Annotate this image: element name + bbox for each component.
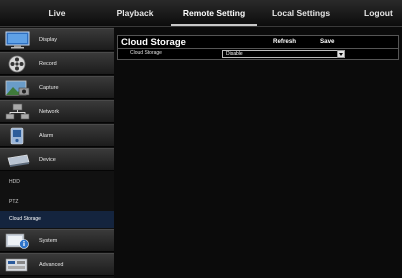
system-info-icon [5,233,29,249]
tab-logout[interactable]: Logout [364,0,402,26]
sidebar-item-label: Capture [39,85,59,91]
sidebar-subitem-cloud-storage[interactable]: Cloud Storage [0,211,114,228]
sidebar-item-record[interactable]: Record [0,52,114,75]
sidebar-item-label: System [39,238,58,244]
sidebar-subitem-label: Cloud Storage [9,216,41,222]
sidebar: Display Record Capture Network Alarm Dev… [0,27,114,278]
hard-drive-icon [7,154,30,167]
cloud-storage-select-value: Disable [226,51,243,57]
panel-header: Cloud Storage Refresh Save [118,36,398,49]
main-content: Cloud Storage Refresh Save Cloud Storage… [114,27,402,278]
sidebar-item-display[interactable]: Display [0,28,114,51]
tab-remote-setting-label: Remote Setting [182,8,246,18]
active-tab-underline [171,24,257,26]
tab-local-settings[interactable]: Local Settings [258,0,344,26]
sidebar-subitem-ptz[interactable]: PTZ [0,194,114,211]
tab-playback[interactable]: Playback [100,0,170,26]
sidebar-item-device[interactable]: Device [0,148,114,171]
cloud-storage-select[interactable]: Disable [222,50,345,58]
sidebar-subitem-label: HDD [9,179,20,185]
sidebar-subitem-hdd[interactable]: HDD [0,174,114,191]
cloud-storage-panel: Cloud Storage Refresh Save Cloud Storage… [117,35,399,60]
sidebar-item-label: Display [39,37,58,43]
save-button[interactable]: Save [320,38,334,45]
network-icon [5,103,30,120]
film-reel-icon [8,55,26,73]
top-navigation: Live Playback Remote Setting Local Setti… [0,0,402,27]
page-title: Cloud Storage [121,37,186,48]
sidebar-item-label: Device [39,157,56,163]
chevron-down-icon[interactable] [337,50,345,58]
tab-live[interactable]: Live [0,0,114,26]
sidebar-item-network[interactable]: Network [0,100,114,123]
alarm-icon [10,127,24,145]
camera-capture-icon [5,80,30,96]
sidebar-item-label: Advanced [39,262,64,268]
cloud-storage-label: Cloud Storage [130,50,162,56]
sidebar-item-advanced[interactable]: Advanced [0,253,114,276]
monitor-icon [5,31,30,49]
sidebar-item-capture[interactable]: Capture [0,76,114,99]
sidebar-item-alarm[interactable]: Alarm [0,124,114,147]
refresh-button[interactable]: Refresh [273,38,296,45]
sidebar-item-label: Record [39,61,57,67]
sidebar-item-system[interactable]: System [0,229,114,252]
sidebar-item-label: Network [39,109,60,115]
tab-remote-setting[interactable]: Remote Setting [171,0,257,26]
sidebar-subitem-label: PTZ [9,199,19,205]
advanced-icon [5,258,28,272]
sidebar-item-label: Alarm [39,133,54,139]
